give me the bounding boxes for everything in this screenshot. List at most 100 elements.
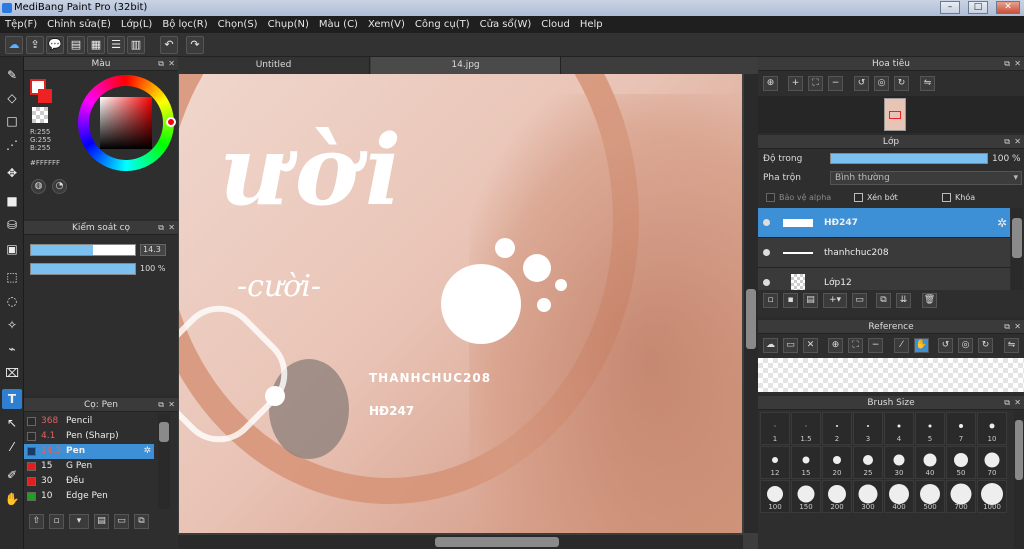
brush-size-cell[interactable]: 700 (946, 480, 976, 513)
undock-icon[interactable]: ⧉ (1004, 135, 1010, 149)
close-button[interactable]: ✕ (996, 1, 1020, 14)
maximize-button[interactable]: □ (968, 1, 988, 14)
menu-file[interactable]: Tệp(F) (0, 16, 42, 33)
brush-size-slider[interactable] (30, 244, 136, 256)
flip-icon[interactable]: ⇋ (920, 76, 935, 91)
dropper-tool-icon[interactable]: ✐ (2, 465, 22, 485)
duplicate-layer-icon[interactable]: ⧉ (876, 293, 891, 308)
brush-size-cell[interactable]: 2 (822, 412, 852, 445)
undock-icon[interactable]: ⧉ (1004, 57, 1010, 71)
eye-icon[interactable] (763, 279, 770, 286)
eye-icon[interactable] (763, 249, 770, 256)
redo-icon[interactable]: ↷ (186, 36, 204, 54)
clipping-checkbox[interactable]: Xén bớt (854, 193, 898, 202)
menu-cloud[interactable]: Cloud (536, 16, 575, 33)
navigator-preview[interactable] (758, 96, 1024, 133)
drawing-canvas[interactable]: ười -cười- THANHCHUC208 HĐ247 (179, 74, 742, 533)
menu-filter[interactable]: Bộ lọc(R) (157, 16, 212, 33)
brush-size-cell[interactable]: 7 (946, 412, 976, 445)
magic-wand-tool-icon[interactable]: ✧ (2, 315, 22, 335)
dot-brush-tool-icon[interactable]: ⋰ (2, 135, 22, 155)
add-layer-menu-icon[interactable]: +▾ (823, 293, 847, 308)
brush-item[interactable]: 4.1 Pen (Sharp) (24, 429, 154, 444)
rotate-left-icon[interactable]: ↺ (854, 76, 869, 91)
reset-rotate-icon[interactable]: ◎ (958, 338, 973, 353)
menu-view[interactable]: Xem(V) (363, 16, 410, 33)
rotate-right-icon[interactable]: ↻ (978, 338, 993, 353)
brush-item-selected[interactable]: 14.3 Pen ✲ (24, 444, 154, 459)
bucket-tool-icon[interactable]: ⛁ (2, 215, 22, 235)
transparent-swatch[interactable] (32, 107, 48, 123)
brush-size-cell[interactable]: 1000 (977, 480, 1007, 513)
brush-list-scrollbar[interactable] (158, 414, 170, 509)
zoom-icon[interactable]: ⊕ (763, 76, 778, 91)
brush-size-cell[interactable]: 12 (760, 446, 790, 479)
folder-icon[interactable]: ▭ (114, 514, 129, 529)
layer-opacity-slider[interactable] (830, 153, 988, 164)
undock-icon[interactable]: ⧉ (158, 221, 164, 235)
trash-icon[interactable]: 🗑 (922, 293, 937, 308)
document-icon[interactable]: ▦ (87, 36, 105, 54)
folder-icon[interactable]: ▭ (852, 293, 867, 308)
menu-layer[interactable]: Lớp(L) (116, 16, 157, 33)
brush-tool-icon[interactable]: ✎ (2, 65, 22, 85)
brush-size-cell[interactable]: 15 (791, 446, 821, 479)
zoom-out-icon[interactable]: − (868, 338, 883, 353)
brush-size-cell[interactable]: 10 (977, 412, 1007, 445)
reference-preview[interactable] (758, 358, 1024, 392)
brush-size-cell[interactable]: 1 (760, 412, 790, 445)
undo-icon[interactable]: ↶ (160, 36, 178, 54)
new-8bit-layer-icon[interactable]: ▪ (783, 293, 798, 308)
brush-size-cell[interactable]: 25 (853, 446, 883, 479)
duplicate-brush-icon[interactable]: ⧉ (134, 514, 149, 529)
list-icon[interactable]: ☰ (107, 36, 125, 54)
select-eraser-tool-icon[interactable]: ⌧ (2, 363, 22, 383)
brush-size-cell[interactable]: 500 (915, 480, 945, 513)
comment-icon[interactable]: ▤ (67, 36, 85, 54)
menu-window[interactable]: Cửa sổ(W) (475, 16, 537, 33)
merge-layer-icon[interactable]: ⇊ (896, 293, 911, 308)
hand-icon[interactable]: ✋ (914, 338, 929, 353)
brush-size-cell[interactable]: 1.5 (791, 412, 821, 445)
close-icon[interactable]: ✕ (803, 338, 818, 353)
brush-size-cell[interactable]: 40 (915, 446, 945, 479)
tab-untitled[interactable]: Untitled (178, 57, 370, 74)
minimize-button[interactable]: – (940, 1, 960, 14)
brush-size-cell[interactable]: 5 (915, 412, 945, 445)
brush-size-cell[interactable]: 300 (853, 480, 883, 513)
brush-size-cell[interactable]: 20 (822, 446, 852, 479)
brush-item[interactable]: 10 Edge Pen (24, 489, 154, 504)
lock-checkbox[interactable]: Khóa (942, 193, 975, 202)
brush-settings-icon[interactable]: ▤ (94, 514, 109, 529)
close-panel-icon[interactable]: ✕ (168, 398, 175, 412)
palette-icon[interactable]: ◍ (31, 179, 46, 194)
protect-alpha-checkbox[interactable]: Bảo vệ alpha (766, 193, 831, 202)
select-pen-tool-icon[interactable]: ⌁ (2, 339, 22, 359)
horizontal-scrollbar[interactable] (178, 535, 743, 549)
brush-size-cell[interactable]: 30 (884, 446, 914, 479)
brush-size-cell[interactable]: 70 (977, 446, 1007, 479)
brush-item[interactable]: 30 Đều (24, 474, 154, 489)
brush-size-cell[interactable]: 200 (822, 480, 852, 513)
add-brush-menu-icon[interactable]: ▾ (69, 514, 89, 529)
flip-icon[interactable]: ⇋ (1004, 338, 1019, 353)
rotate-left-icon[interactable]: ↺ (938, 338, 953, 353)
brush-size-cell[interactable]: 4 (884, 412, 914, 445)
new-layer-icon[interactable]: ▫ (763, 293, 778, 308)
menu-snap[interactable]: Chụp(N) (263, 16, 314, 33)
menu-help[interactable]: Help (575, 16, 608, 33)
menu-edit[interactable]: Chỉnh sửa(E) (42, 16, 116, 33)
operation-tool-icon[interactable]: ↖ (2, 413, 22, 433)
fit-icon[interactable]: ⛶ (808, 76, 823, 91)
close-panel-icon[interactable]: ✕ (1014, 320, 1021, 334)
eye-icon[interactable] (763, 219, 770, 226)
close-panel-icon[interactable]: ✕ (1014, 396, 1021, 410)
eraser-tool-icon[interactable]: ◇ (2, 88, 22, 108)
fit-icon[interactable]: ⛶ (848, 338, 863, 353)
zoom-in-icon[interactable]: + (788, 76, 803, 91)
cloud-download-icon[interactable]: ☁ (763, 338, 778, 353)
close-panel-icon[interactable]: ✕ (168, 221, 175, 235)
open-folder-icon[interactable]: ▭ (783, 338, 798, 353)
close-panel-icon[interactable]: ✕ (1014, 57, 1021, 71)
brush-size-value[interactable]: 14.3 (140, 244, 166, 256)
